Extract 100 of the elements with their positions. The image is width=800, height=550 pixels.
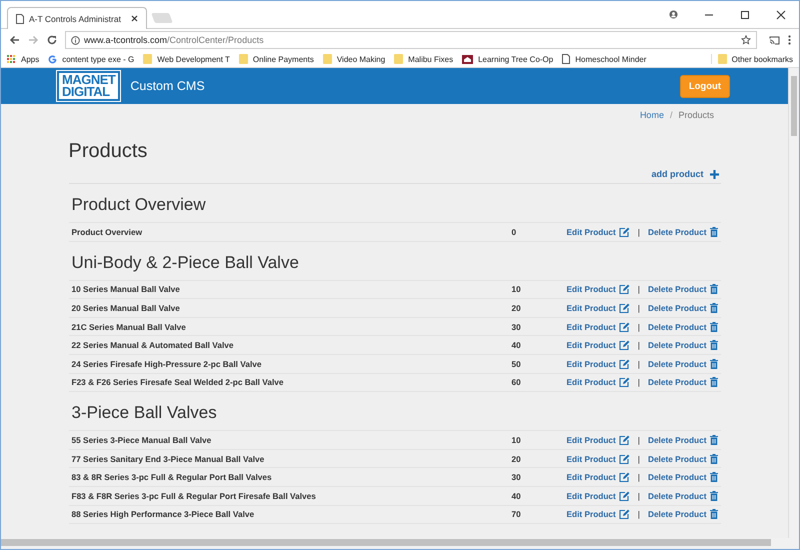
link-separator: | bbox=[638, 340, 640, 350]
delete-product-link[interactable]: Delete Product bbox=[648, 472, 718, 482]
trash-icon bbox=[710, 454, 718, 464]
delete-product-link[interactable]: Delete Product bbox=[648, 454, 718, 464]
link-separator: | bbox=[638, 490, 640, 501]
close-icon[interactable] bbox=[131, 15, 138, 22]
product-name: 20 Series Manual Ball Valve bbox=[72, 302, 181, 313]
sort-order: 50 bbox=[511, 358, 522, 369]
logo[interactable]: MAGNET DIGITAL bbox=[57, 71, 120, 101]
delete-product-link[interactable]: Delete Product bbox=[648, 490, 718, 501]
page-title: Products bbox=[68, 140, 148, 163]
sort-order: 30 bbox=[511, 322, 522, 332]
page-icon bbox=[16, 14, 24, 24]
add-product-link[interactable]: add product bbox=[652, 169, 718, 179]
vertical-scrollbar[interactable] bbox=[788, 68, 799, 538]
trash-icon bbox=[710, 340, 718, 350]
folder-icon bbox=[394, 54, 404, 64]
edit-icon bbox=[618, 358, 630, 369]
edit-product-link[interactable]: Edit Product bbox=[566, 509, 630, 520]
delete-product-link[interactable]: Delete Product bbox=[648, 322, 718, 332]
maximize-icon[interactable] bbox=[740, 10, 750, 20]
delete-product-link[interactable]: Delete Product bbox=[648, 377, 718, 388]
edit-product-link[interactable]: Edit Product bbox=[566, 434, 630, 445]
edit-icon bbox=[618, 284, 630, 294]
bookmark-item[interactable]: Homeschool Minder bbox=[562, 54, 646, 64]
horizontal-scrollbar[interactable] bbox=[1, 538, 799, 549]
trash-icon bbox=[710, 509, 718, 520]
section-heading: 3-Piece Ball Valves bbox=[72, 403, 218, 424]
edit-product-link[interactable]: Edit Product bbox=[566, 302, 630, 313]
star-icon[interactable] bbox=[741, 35, 751, 45]
house-logo-icon bbox=[462, 54, 474, 64]
edit-product-link[interactable]: Edit Product bbox=[566, 340, 630, 350]
sort-order: 30 bbox=[511, 472, 522, 482]
breadcrumb-link[interactable]: Home bbox=[640, 110, 664, 126]
reload-icon[interactable] bbox=[47, 35, 57, 45]
account-icon[interactable] bbox=[669, 10, 678, 19]
link-separator: | bbox=[638, 434, 640, 445]
edit-icon bbox=[618, 226, 630, 237]
product-name: 77 Series Sanitary End 3-Piece Manual Ball Valve bbox=[72, 454, 266, 464]
app-name: Custom CMS bbox=[130, 79, 205, 93]
product-name: 21C Series Manual Ball Valve bbox=[72, 322, 187, 332]
back-arrow-icon[interactable] bbox=[9, 35, 20, 45]
cast-icon[interactable] bbox=[769, 36, 780, 44]
delete-product-link[interactable]: Delete Product bbox=[648, 358, 718, 369]
section-heading: Product Overview bbox=[72, 195, 207, 215]
bookmark-item[interactable]: Web Development T bbox=[143, 54, 230, 64]
trash-icon bbox=[710, 377, 718, 388]
address-bar[interactable]: www.a-tcontrols.com/ControlCenter/Products bbox=[65, 31, 757, 49]
edit-product-link[interactable]: Edit Product bbox=[566, 472, 630, 482]
edit-icon bbox=[618, 322, 630, 332]
bookmark-item[interactable]: Malibu Fixes bbox=[394, 54, 454, 64]
bookmark-item[interactable]: Apps bbox=[7, 54, 40, 64]
trash-icon bbox=[710, 226, 718, 237]
bookmark-item[interactable]: Video Making bbox=[322, 54, 386, 64]
product-name: 83 & 8R Series 3-pc Full & Regular Port Ball Valves bbox=[72, 472, 273, 482]
link-separator: | bbox=[638, 377, 640, 388]
edit-product-link[interactable]: Edit Product bbox=[566, 377, 630, 388]
bookmark-item[interactable]: Online Payments bbox=[238, 54, 314, 64]
bookmark-item[interactable]: Learning Tree Co-Op bbox=[462, 54, 554, 64]
info-icon bbox=[71, 36, 80, 44]
link-separator: | bbox=[638, 358, 640, 369]
bookmark-item[interactable]: content type exe - G bbox=[48, 54, 134, 64]
sort-order: 40 bbox=[511, 340, 522, 350]
delete-product-link[interactable]: Delete Product bbox=[648, 226, 718, 237]
product-name: F23 & F26 Series Firesafe Seal Welded 2-pc Ball Valve bbox=[72, 377, 284, 388]
delete-product-link[interactable]: Delete Product bbox=[648, 340, 718, 350]
folder-icon bbox=[143, 54, 152, 64]
letter-g-icon bbox=[48, 54, 58, 64]
close-icon[interactable] bbox=[776, 10, 786, 20]
edit-icon bbox=[618, 490, 630, 501]
edit-icon bbox=[618, 340, 630, 350]
delete-product-link[interactable]: Delete Product bbox=[648, 284, 718, 294]
edit-product-link[interactable]: Edit Product bbox=[566, 322, 630, 332]
trash-icon bbox=[710, 302, 718, 313]
edit-product-link[interactable]: Edit Product bbox=[566, 226, 630, 237]
delete-product-link[interactable]: Delete Product bbox=[648, 509, 718, 520]
edit-icon bbox=[618, 509, 630, 520]
edit-product-link[interactable]: Edit Product bbox=[566, 358, 630, 369]
link-separator: | bbox=[638, 302, 640, 313]
trash-icon bbox=[710, 490, 718, 501]
trash-icon bbox=[710, 472, 718, 482]
sort-order: 0 bbox=[511, 226, 518, 237]
other-bookmarks-item[interactable]: Other bookmarks bbox=[710, 54, 793, 64]
section-heading: Uni-Body & 2-Piece Ball Valve bbox=[72, 252, 300, 273]
breadcrumb-separator: / bbox=[670, 110, 672, 122]
link-separator: | bbox=[638, 509, 640, 520]
menu-icon[interactable] bbox=[788, 35, 791, 45]
delete-product-link[interactable]: Delete Product bbox=[648, 434, 718, 445]
sort-order: 20 bbox=[511, 454, 522, 464]
page-icon bbox=[562, 54, 570, 64]
product-name: 22 Series Manual & Automated Ball Valve bbox=[72, 340, 235, 350]
edit-product-link[interactable]: Edit Product bbox=[566, 454, 630, 464]
product-name: 55 Series 3-Piece Manual Ball Valve bbox=[72, 434, 212, 445]
edit-product-link[interactable]: Edit Product bbox=[566, 284, 630, 294]
trash-icon bbox=[710, 284, 718, 294]
delete-product-link[interactable]: Delete Product bbox=[648, 302, 718, 313]
browser-tab[interactable]: A-T Controls Administrat bbox=[7, 7, 147, 29]
edit-product-link[interactable]: Edit Product bbox=[566, 490, 630, 501]
link-separator: | bbox=[638, 454, 640, 464]
product-name: 88 Series High Performance 3-Piece Ball Valve bbox=[72, 509, 256, 520]
